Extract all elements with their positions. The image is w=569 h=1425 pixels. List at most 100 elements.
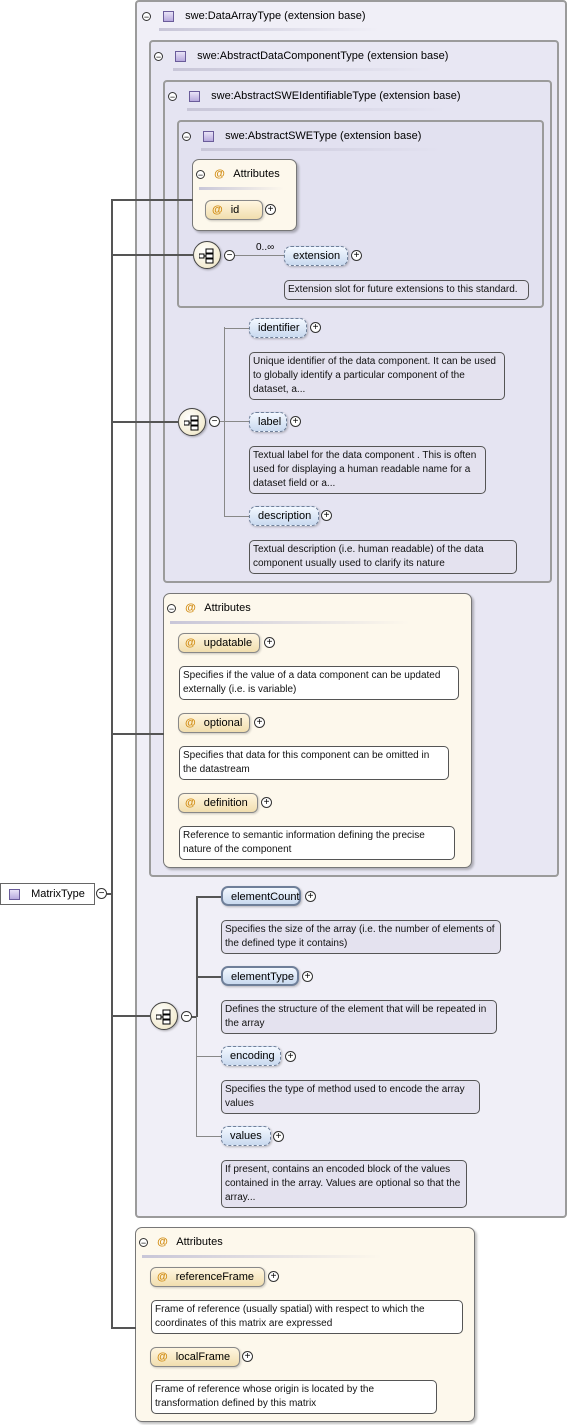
attributes-group-label: Attributes: [204, 602, 251, 614]
attribute-name: referenceFrame: [175, 1271, 254, 1283]
root-type-name: MatrixType: [31, 888, 85, 900]
connector-line: [224, 328, 250, 329]
doc-description: Textual description (i.e. human readable…: [249, 540, 517, 574]
root-trunk: [111, 199, 113, 1329]
complex-type-icon: [163, 10, 175, 22]
doc-definition: Reference to semantic information defini…: [179, 826, 455, 860]
branch-attributes-component: [111, 733, 164, 735]
connector-line: [224, 327, 225, 517]
extension-title: swe:AbstractSWEIdentifiableType (extensi…: [211, 90, 461, 102]
branch-attributes-matrix: [111, 1327, 136, 1329]
element-label[interactable]: label: [249, 412, 287, 432]
expand-plus-icon[interactable]: +: [261, 797, 272, 808]
doc-optional: Specifies that data for this component c…: [179, 746, 449, 780]
expand-plus-icon[interactable]: +: [285, 1051, 296, 1062]
expand-plus-icon[interactable]: +: [254, 717, 265, 728]
branch-array-seq: [111, 1015, 151, 1017]
attribute-definition[interactable]: @ definition: [178, 793, 258, 813]
collapse-icon[interactable]: −: [224, 250, 235, 261]
expand-plus-icon[interactable]: +: [321, 510, 332, 521]
collapse-icon[interactable]: −: [209, 416, 220, 427]
element-extension[interactable]: extension: [284, 246, 348, 266]
collapse-icon[interactable]: −: [181, 1011, 192, 1022]
collapse-icon[interactable]: −: [142, 11, 151, 21]
attribute-at-icon: @: [185, 637, 196, 649]
expand-plus-icon[interactable]: +: [273, 1131, 284, 1142]
attribute-name: id: [230, 204, 240, 216]
collapse-icon[interactable]: −: [196, 169, 205, 179]
expand-plus-icon[interactable]: +: [305, 891, 316, 902]
attribute-name: optional: [203, 717, 243, 729]
title-underline: [201, 148, 441, 151]
expand-plus-icon[interactable]: +: [290, 416, 301, 427]
expand-plus-icon[interactable]: +: [242, 1351, 253, 1362]
attribute-at-icon: @: [185, 602, 196, 614]
extension-title: swe:AbstractDataComponentType (extension…: [197, 50, 449, 62]
collapse-icon[interactable]: −: [168, 91, 177, 101]
collapse-icon[interactable]: −: [182, 131, 191, 141]
connector-line: [196, 1136, 222, 1137]
element-elementCount[interactable]: elementCount: [221, 886, 301, 906]
doc-elementCount: Specifies the size of the array (i.e. th…: [221, 920, 501, 954]
element-elementType[interactable]: elementType: [221, 966, 299, 986]
attributes-group-label: Attributes: [233, 168, 280, 180]
expand-plus-icon[interactable]: +: [351, 250, 362, 261]
expand-plus-icon[interactable]: +: [310, 322, 321, 333]
connector-line: [235, 255, 285, 256]
element-description[interactable]: description: [249, 506, 319, 526]
attribute-localFrame[interactable]: @ localFrame: [150, 1347, 240, 1367]
title-underline: [187, 108, 447, 111]
collapse-icon[interactable]: −: [154, 51, 163, 61]
sequence-glyph: [199, 248, 214, 264]
expand-plus-icon[interactable]: +: [264, 637, 275, 648]
attribute-updatable[interactable]: @ updatable: [178, 633, 260, 653]
branch-identifiable-seq: [111, 421, 179, 423]
doc-encoding: Specifies the type of method used to enc…: [221, 1080, 480, 1114]
branch-attributes-swe: [111, 199, 193, 201]
attributes-group-label: Attributes: [176, 1236, 223, 1248]
root-type-MatrixType[interactable]: MatrixType: [0, 883, 95, 905]
sequence-glyph: [156, 1009, 171, 1025]
extension-title: swe:DataArrayType (extension base): [185, 10, 366, 22]
attribute-at-icon: @: [157, 1271, 168, 1283]
collapse-icon[interactable]: −: [167, 603, 176, 613]
attribute-optional[interactable]: @ optional: [178, 713, 250, 733]
sequence-glyph: [184, 415, 199, 431]
element-values[interactable]: values: [221, 1126, 271, 1146]
connector-line: [196, 896, 198, 1017]
branch-extension-seq: [111, 254, 194, 256]
connector-line: [196, 1017, 197, 1137]
doc-referenceFrame: Frame of reference (usually spatial) wit…: [151, 1300, 463, 1334]
attribute-referenceFrame[interactable]: @ referenceFrame: [150, 1267, 265, 1287]
attribute-at-icon: @: [185, 797, 196, 809]
attribute-at-icon: @: [185, 717, 196, 729]
sequence-compositor-icon[interactable]: [193, 241, 221, 269]
collapse-icon[interactable]: −: [139, 1237, 148, 1247]
group-underline: [199, 187, 284, 190]
attribute-at-icon: @: [157, 1236, 168, 1248]
complex-type-icon: [203, 130, 215, 142]
element-encoding[interactable]: encoding: [221, 1046, 281, 1066]
attributes-group-matrix: − @ Attributes @ referenceFrame + Frame o…: [135, 1227, 475, 1422]
attribute-id[interactable]: @ id: [205, 200, 263, 220]
attributes-group-swe: − @ Attributes @ id +: [192, 159, 297, 231]
doc-label: Textual label for the data component . T…: [249, 446, 486, 494]
doc-elementType: Defines the structure of the element tha…: [221, 1000, 497, 1034]
expand-plus-icon[interactable]: +: [268, 1271, 279, 1282]
connector-line: [196, 1056, 222, 1057]
expand-plus-icon[interactable]: +: [265, 204, 276, 215]
connector-line: [224, 516, 250, 517]
collapse-icon[interactable]: −: [96, 888, 107, 899]
attribute-at-icon: @: [214, 168, 225, 180]
doc-values: If present, contains an encoded block of…: [221, 1160, 467, 1208]
attributes-group-component: − @ Attributes @ updatable + Specifies if…: [163, 593, 472, 868]
attribute-at-icon: @: [212, 204, 223, 216]
sequence-compositor-icon[interactable]: [178, 408, 206, 436]
title-underline: [159, 28, 379, 31]
sequence-compositor-icon[interactable]: [150, 1002, 178, 1030]
expand-plus-icon[interactable]: +: [302, 971, 313, 982]
element-identifier[interactable]: identifier: [249, 318, 307, 338]
doc-extension: Extension slot for future extensions to …: [284, 280, 529, 300]
complex-type-icon: [175, 50, 187, 62]
extension-title: swe:AbstractSWEType (extension base): [225, 130, 422, 142]
